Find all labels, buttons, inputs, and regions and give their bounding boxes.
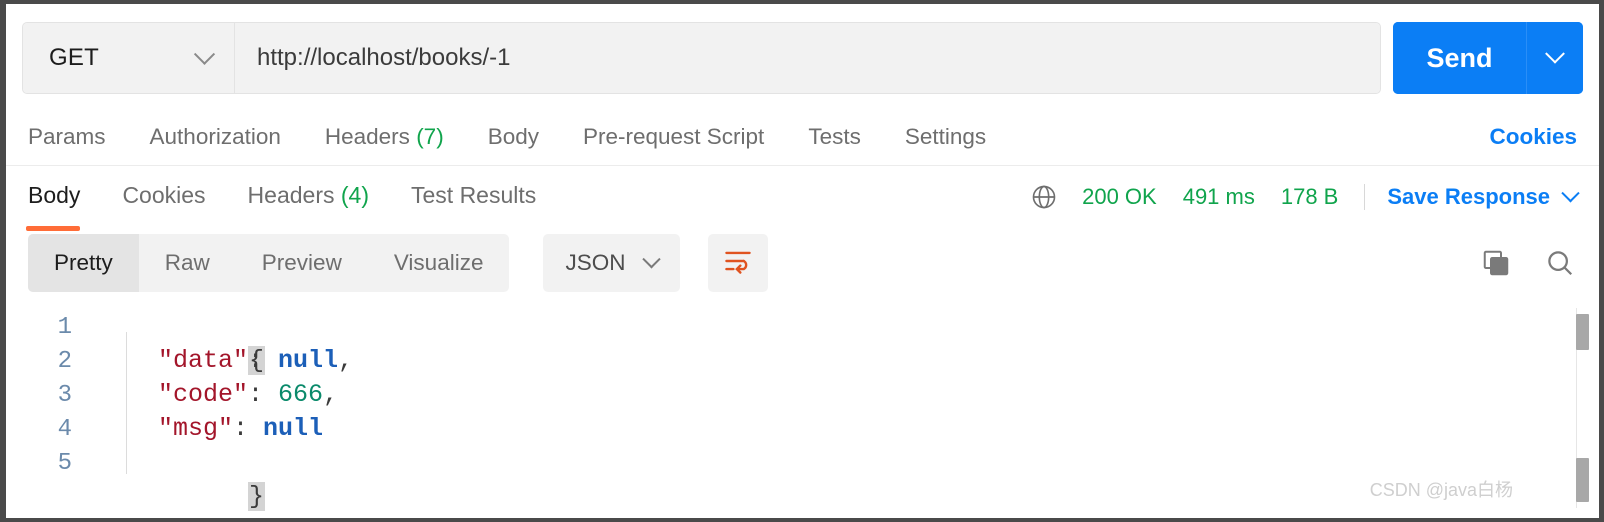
token: "msg" (158, 414, 234, 443)
tab-label: Body (487, 123, 539, 149)
cookies-link[interactable]: Cookies (1489, 124, 1577, 150)
line-number: 2 (57, 348, 72, 375)
tab-label: Headers (324, 123, 410, 149)
tab-label: Params (28, 123, 106, 149)
search-icon[interactable] (1545, 248, 1575, 278)
token: , (338, 346, 354, 375)
response-format-toolbar: Pretty Raw Preview Visualize JSON (6, 228, 1599, 302)
tab-label: Cookies (122, 181, 206, 208)
tab-authorization[interactable]: Authorization (150, 124, 281, 150)
chevron-down-icon (1545, 43, 1565, 64)
line-number: 4 (57, 416, 72, 443)
code-line: 5 } (6, 446, 1599, 511)
tab-count-badge: (7) (416, 123, 444, 149)
request-tab-bar: Params Authorization Headers (7) Body Pr… (6, 108, 1599, 166)
token: : (233, 414, 264, 443)
tab-label: Tests (808, 123, 861, 149)
view-raw-button[interactable]: Raw (139, 234, 236, 292)
watermark: CSDN @java白杨 (1369, 480, 1513, 500)
tab-label: Pre-request Script (582, 123, 765, 149)
view-visualize-button[interactable]: Visualize (368, 234, 510, 292)
send-button-group: Send (1393, 22, 1583, 94)
scrollbar-thumb-secondary[interactable] (1576, 458, 1589, 502)
token: null (278, 346, 339, 375)
response-tab-test-results[interactable]: Test Results (411, 182, 536, 213)
view-pretty-button[interactable]: Pretty (28, 234, 139, 292)
chevron-down-icon (642, 249, 662, 268)
response-tab-body[interactable]: Body (28, 182, 80, 213)
http-method-label: GET (49, 44, 99, 71)
line-1-content: "data": null, (98, 344, 353, 378)
chevron-down-icon (193, 43, 216, 65)
tab-label: Body (28, 181, 81, 208)
tab-headers[interactable]: Headers (7) (325, 124, 444, 150)
code-line: 1 { (6, 310, 1599, 375)
line-2-content: "code": 666, (98, 378, 338, 412)
tab-body[interactable]: Body (488, 124, 539, 150)
response-size: 178 B (1280, 184, 1339, 209)
language-label: JSON (565, 250, 626, 275)
tab-tests[interactable]: Tests (808, 124, 861, 150)
code-lines: 1 { 2 "data": null, 3 "code": 666, 4 "ms… (6, 310, 1599, 511)
send-options-button[interactable] (1527, 22, 1583, 94)
view-preview-button[interactable]: Preview (236, 234, 368, 292)
response-time: 491 ms (1182, 184, 1255, 209)
code-line: 2 "data": null, (6, 344, 1599, 378)
tab-settings[interactable]: Settings (905, 124, 986, 150)
token: "data" (158, 346, 249, 375)
tab-label: Authorization (149, 123, 281, 149)
response-language-select[interactable]: JSON (543, 234, 681, 292)
line-3-content: "msg": null (98, 412, 323, 446)
chevron-down-icon[interactable] (1561, 183, 1580, 202)
status-code: 200 OK (1082, 184, 1157, 209)
save-response-button[interactable]: Save Response (1387, 184, 1550, 210)
token: : (248, 380, 279, 409)
url-combo: GET http://localhost/books/-1 (22, 22, 1381, 94)
response-body-viewer[interactable]: 1 { 2 "data": null, 3 "code": 666, 4 "ms… (6, 302, 1599, 512)
http-method-select[interactable]: GET (23, 23, 235, 93)
tab-label: Settings (904, 123, 987, 149)
request-url-bar: GET http://localhost/books/-1 Send (6, 4, 1599, 108)
tab-pre-request-script[interactable]: Pre-request Script (583, 124, 764, 150)
line-number: 3 (57, 382, 72, 409)
word-wrap-toggle[interactable] (708, 234, 769, 292)
scrollbar-thumb[interactable] (1576, 314, 1589, 350)
response-status-area: 200 OK 491 ms 178 B Save Response (1030, 183, 1580, 211)
line-number: 1 (57, 314, 72, 341)
tab-label: Test Results (411, 181, 537, 208)
send-button[interactable]: Send (1393, 22, 1527, 94)
token: "code" (158, 380, 249, 409)
token: } (248, 482, 266, 511)
request-url-input[interactable]: http://localhost/books/-1 (235, 23, 1380, 93)
token: null (263, 414, 324, 443)
response-tab-bar: Body Cookies Headers (4) Test Results 20… (6, 166, 1599, 228)
line-number: 5 (57, 450, 72, 477)
view-label: Preview (261, 250, 342, 275)
token: : (248, 346, 279, 375)
word-wrap-icon (723, 248, 753, 279)
line-4-content: } (98, 446, 266, 512)
response-view-segmented-control: Pretty Raw Preview Visualize (28, 234, 510, 292)
divider (1364, 184, 1366, 210)
view-label: Visualize (393, 250, 484, 275)
response-tab-cookies[interactable]: Cookies (122, 182, 205, 213)
tab-params[interactable]: Params (28, 124, 106, 150)
token: 666 (278, 380, 324, 409)
code-line: 4 "msg": null (6, 412, 1599, 446)
token: , (323, 380, 339, 409)
view-label: Raw (164, 250, 210, 275)
globe-icon (1030, 183, 1058, 211)
response-tab-headers[interactable]: Headers (4) (248, 182, 369, 213)
copy-icon[interactable] (1481, 248, 1511, 278)
postman-request-response-panel: GET http://localhost/books/-1 Send Param… (0, 0, 1604, 522)
code-line: 3 "code": 666, (6, 378, 1599, 412)
view-label: Pretty (54, 250, 113, 275)
tab-label: Headers (247, 181, 335, 208)
response-actions (1481, 248, 1575, 278)
response-body-scrollbar[interactable] (1576, 308, 1589, 508)
tab-count-badge: (4) (340, 181, 369, 208)
